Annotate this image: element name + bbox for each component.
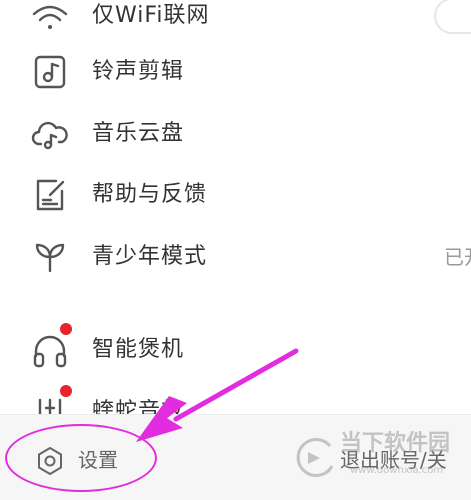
new-badge-dot (60, 323, 72, 335)
logout-button[interactable]: 退出账号/关 (340, 443, 447, 477)
settings-menu-screen: 仅WiFi联网 铃声剪辑 音乐云盘 帮助与反馈 青少年模式 已 智能煲机 蝰蛇音… (0, 0, 471, 500)
menu-item-label: 帮助与反馈 (92, 182, 208, 207)
menu-item-music-cloud[interactable]: 音乐云盘 (0, 104, 471, 164)
menu-item-label: 铃声剪辑 (92, 59, 185, 84)
menu-item-teen-mode[interactable]: 青少年模式 已开 (0, 227, 471, 287)
hexagon-settings-icon (34, 445, 66, 477)
menu-item-label: 青少年模式 (92, 244, 208, 269)
cloud-music-icon (30, 114, 70, 154)
settings-label: 设置 (78, 448, 118, 472)
menu-item-label: 智能煲机 (92, 337, 185, 362)
bottom-action-bar: 设置 退出账号/关 (0, 414, 471, 500)
wifi-only-toggle[interactable] (434, 0, 471, 34)
teen-mode-status: 已开 (444, 245, 471, 269)
new-badge-dot (60, 385, 72, 397)
wifi-icon (30, 0, 70, 36)
menu-item-help-feedback[interactable]: 帮助与反馈 (0, 165, 471, 225)
sprout-icon (30, 237, 70, 277)
music-note-icon (30, 52, 70, 92)
menu-item-wifi-only[interactable]: 仅WiFi联网 (0, 0, 471, 46)
headphones-icon (30, 330, 70, 370)
edit-icon (30, 175, 70, 215)
menu-item-smart-burn[interactable]: 智能煲机 (0, 320, 471, 380)
menu-item-ringtone-edit[interactable]: 铃声剪辑 (0, 42, 471, 102)
menu-item-label: 音乐云盘 (92, 121, 185, 146)
menu-item-label: 仅WiFi联网 (92, 3, 210, 28)
